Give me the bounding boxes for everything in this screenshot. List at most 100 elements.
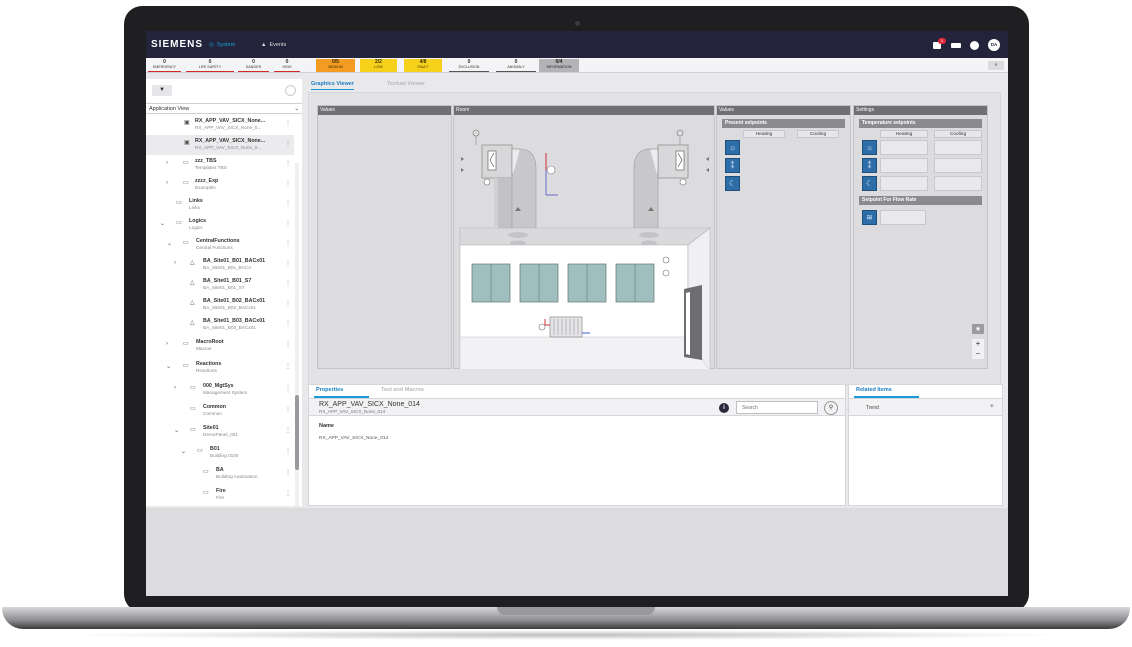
more-icon[interactable]: ⋮ bbox=[285, 260, 291, 267]
tree-node[interactable]: ▭ Common Common ⋮ bbox=[146, 401, 294, 421]
more-icon[interactable]: ⋮ bbox=[285, 427, 291, 434]
more-icon[interactable]: ⋮ bbox=[285, 385, 291, 392]
more-icon[interactable]: ⋮ bbox=[285, 120, 291, 127]
economy-icon[interactable]: ⁑ bbox=[725, 158, 740, 173]
alarm-medium[interactable]: 0/5 Medium bbox=[316, 59, 355, 72]
tab-graphics-viewer[interactable]: Graphics Viewer bbox=[311, 81, 355, 90]
tree-node[interactable]: ⌄ ▭ Site01 DemoPanel_001 ⋮ bbox=[146, 422, 294, 442]
more-icon[interactable]: ⋮ bbox=[285, 363, 291, 370]
tab-properties[interactable]: Properties bbox=[316, 387, 343, 393]
tree-node[interactable]: › ▭ zzz_TBS Templates TBS ⋮ bbox=[146, 155, 294, 175]
search-toggle-icon[interactable] bbox=[285, 85, 296, 96]
tree-node[interactable]: △ BA_Site01_B01_S7 BA_Site01_B01_S7 ⋮ bbox=[146, 275, 294, 295]
night-moon-icon[interactable]: ☾ bbox=[862, 176, 877, 191]
more-icon[interactable]: ⋮ bbox=[285, 220, 291, 227]
alarm-anomaly[interactable]: 0 Anomaly bbox=[496, 59, 536, 72]
cooling-night-setpoint[interactable] bbox=[934, 176, 982, 191]
chevron-down-icon[interactable]: ⌄ bbox=[181, 448, 186, 455]
tree-node[interactable]: › ▭ 000_MgtSys Management System ⋮ bbox=[146, 380, 294, 400]
alarm-danger[interactable]: 0 Danger bbox=[238, 59, 269, 72]
comfort-sun-icon[interactable]: ☼ bbox=[862, 140, 877, 155]
tree-scroll-thumb[interactable] bbox=[295, 395, 299, 470]
chevron-down-icon[interactable]: ⌄ bbox=[167, 240, 172, 247]
alarm-low[interactable]: 2/2 Low bbox=[360, 59, 397, 72]
chevron-down-icon[interactable]: ⌄ bbox=[174, 427, 179, 434]
alarm-fault[interactable]: 4/8 Fault bbox=[404, 59, 442, 72]
eye-icon[interactable]: ◉ bbox=[972, 324, 984, 334]
tree-node[interactable]: ▭ Links Links ⋮ bbox=[146, 195, 294, 215]
avatar[interactable]: DA bbox=[988, 39, 1000, 51]
tree-node[interactable]: ▭ Fire Fire ⋮ bbox=[146, 485, 294, 505]
tab-related-items[interactable]: Related Items bbox=[856, 387, 892, 393]
economy-icon[interactable]: ⁑ bbox=[862, 158, 877, 173]
tree-node[interactable]: › ▭ MacroRoot Macros ⋮ bbox=[146, 336, 294, 356]
more-icon[interactable]: ⋮ bbox=[285, 160, 291, 167]
more-icon[interactable]: ⋮ bbox=[285, 300, 291, 307]
alarm-life-safety[interactable]: 0 Life Safety bbox=[186, 59, 234, 72]
nav-events[interactable]: ▲ Events bbox=[261, 42, 286, 48]
help-icon[interactable] bbox=[970, 40, 979, 50]
nav-system[interactable]: ◎ System bbox=[209, 42, 235, 48]
chevron-down-icon[interactable]: ⌄ bbox=[160, 220, 165, 227]
more-icon[interactable]: ⋮ bbox=[285, 406, 291, 413]
tab-text-and-macros[interactable]: Text and Macros bbox=[381, 387, 424, 393]
more-icon[interactable]: ⋮ bbox=[285, 140, 291, 147]
alarm-emergency[interactable]: 0 Emergency bbox=[148, 59, 181, 72]
related-trend-row[interactable]: Trend + bbox=[849, 398, 1002, 416]
more-icon[interactable]: ⋮ bbox=[285, 341, 291, 348]
cooling-economy-setpoint[interactable] bbox=[934, 158, 982, 173]
search-options-icon[interactable]: ⚲ bbox=[824, 401, 838, 415]
flow-rate-setpoint[interactable] bbox=[880, 210, 926, 225]
apps-icon[interactable] bbox=[951, 41, 961, 50]
search-field[interactable] bbox=[736, 401, 818, 414]
chevron-down-icon[interactable]: ⌄ bbox=[166, 363, 171, 370]
zoom-out-button[interactable]: − bbox=[972, 349, 984, 359]
flow-rate-icon[interactable]: ≋ bbox=[862, 210, 877, 225]
night-moon-icon[interactable]: ☾ bbox=[725, 176, 740, 191]
alarm-exclusion[interactable]: 0 Exclusion bbox=[449, 59, 489, 72]
more-icon[interactable]: ⋮ bbox=[285, 490, 291, 497]
add-trend-icon[interactable]: + bbox=[990, 403, 994, 410]
view-selector[interactable]: Application View ⌄ bbox=[146, 103, 302, 114]
chevron-right-icon[interactable]: › bbox=[174, 385, 176, 391]
more-icon[interactable]: ⋮ bbox=[285, 280, 291, 287]
zoom-in-button[interactable]: + bbox=[972, 339, 984, 349]
notifications-icon[interactable]: 1 bbox=[932, 37, 946, 50]
chevron-right-icon[interactable]: › bbox=[166, 180, 168, 186]
tree-node[interactable]: ⌄ ▭ Logics Logics ⋮ bbox=[146, 215, 294, 235]
more-icon[interactable]: ⋮ bbox=[285, 320, 291, 327]
heating-night-setpoint[interactable] bbox=[880, 176, 928, 191]
heating-comfort-setpoint[interactable] bbox=[880, 140, 928, 155]
chevron-right-icon[interactable]: › bbox=[166, 160, 168, 166]
tree-node[interactable]: ⌄ ▭ B01 Building 0100 ⋮ bbox=[146, 443, 294, 463]
room-graphic[interactable] bbox=[454, 115, 716, 369]
more-icon[interactable]: ⋮ bbox=[285, 180, 291, 187]
tree-node[interactable]: › ▭ zzzz_Exp Examples ⋮ bbox=[146, 175, 294, 195]
more-icon[interactable]: ⋮ bbox=[285, 240, 291, 247]
property-name-value: RX_APP_VAV_SICX_None_014 bbox=[319, 436, 389, 441]
tree-node[interactable]: ⌄ ▭ Reactions Reactions ⋮ bbox=[146, 358, 294, 378]
tree-node[interactable]: ▣ RX_APP_VAV_SICX_None... RX_APP_VAV_SIC… bbox=[146, 115, 294, 135]
heating-economy-setpoint[interactable] bbox=[880, 158, 928, 173]
collapse-bar-button[interactable]: « bbox=[988, 61, 1004, 70]
chevron-right-icon[interactable]: › bbox=[166, 341, 168, 347]
more-icon[interactable]: ⋮ bbox=[285, 200, 291, 207]
tree-node[interactable]: △ BA_Site01_B03_BACx01 BA_Site01_B03_BAC… bbox=[146, 315, 294, 335]
tree-node-selected[interactable]: ▣ RX_APP_VAV_SICX_None... RX_APP_VAV_SIC… bbox=[146, 135, 294, 155]
chevron-right-icon[interactable]: › bbox=[174, 260, 176, 266]
alarm-information[interactable]: 0/4 Information bbox=[539, 59, 579, 72]
tree-node[interactable]: ⌄ ▭ CentralFunctions Central Functions ⋮ bbox=[146, 235, 294, 255]
info-icon[interactable]: i bbox=[719, 403, 729, 413]
comfort-sun-icon[interactable]: ☼ bbox=[725, 140, 740, 155]
tree-node[interactable]: △ BA_Site01_B02_BACx01 BA_Site01_B02_BAC… bbox=[146, 295, 294, 315]
tree-node[interactable]: › △ BA_Site01_B01_BACx01 BA_Site01_B0x_B… bbox=[146, 255, 294, 275]
alarm-high[interactable]: 0 High bbox=[274, 59, 300, 72]
tab-textual-viewer[interactable]: Textual Viewer bbox=[387, 81, 425, 89]
filter-button[interactable]: ▼ bbox=[152, 85, 172, 96]
more-icon[interactable]: ⋮ bbox=[285, 469, 291, 476]
more-icon[interactable]: ⋮ bbox=[285, 448, 291, 455]
values-panel-header: Values bbox=[318, 106, 451, 115]
tree-node[interactable]: ▭ BA Building Automation ⋮ bbox=[146, 464, 294, 484]
cooling-comfort-setpoint[interactable] bbox=[934, 140, 982, 155]
search-input[interactable] bbox=[737, 402, 817, 413]
